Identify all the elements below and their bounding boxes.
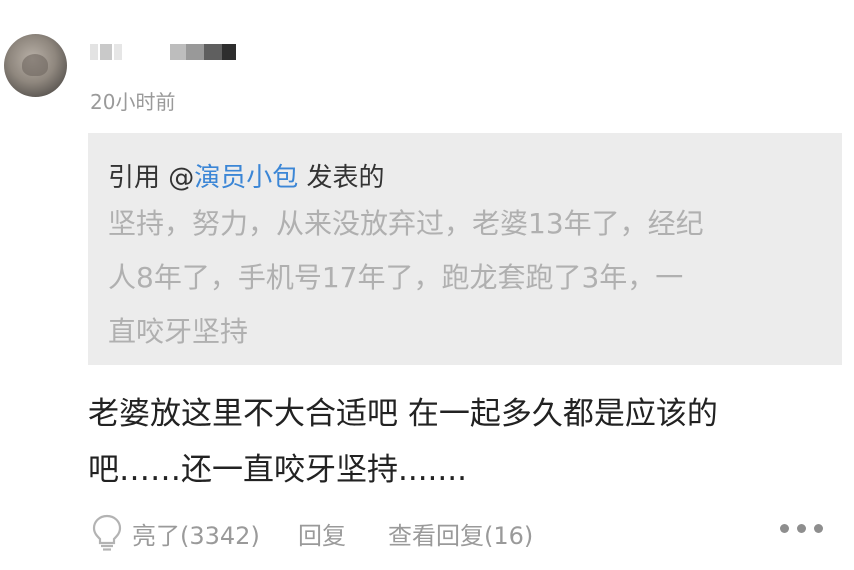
lightbulb-icon[interactable] xyxy=(90,512,124,552)
timestamp: 20小时前 xyxy=(90,90,176,114)
quote-header: 引用 @演员小包 发表的 xyxy=(108,157,385,194)
quote-line: 人8年了，手机号17年了，跑龙套跑了3年，一 xyxy=(108,261,684,294)
username-redacted-2 xyxy=(170,44,236,60)
quote-body: 坚持，努力，从来没放弃过，老婆13年了，经纪 人8年了，手机号17年了，跑龙套跑… xyxy=(108,197,832,359)
comment-body: 老婆放这里不大合适吧 在一起多久都是应该的 吧……还一直咬牙坚持....... xyxy=(88,386,828,498)
like-button[interactable]: 亮了(3342) xyxy=(132,516,260,551)
comment-line: 老婆放这里不大合适吧 在一起多久都是应该的 xyxy=(88,396,718,432)
quote-line: 直咬牙坚持 xyxy=(108,315,249,348)
avatar[interactable] xyxy=(4,34,67,97)
comment-actions: 亮了(3342) 回复 查看回复(16) xyxy=(88,512,838,552)
quoted-comment: 引用 @演员小包 发表的 坚持，努力，从来没放弃过，老婆13年了，经纪 人8年了… xyxy=(88,133,842,365)
quote-prefix: 引用 @ xyxy=(108,163,195,193)
reply-button[interactable]: 回复 xyxy=(298,516,346,551)
more-dots-icon[interactable] xyxy=(778,518,826,538)
view-replies-button[interactable]: 查看回复(16) xyxy=(388,516,533,551)
quoted-user-link[interactable]: 演员小包 xyxy=(194,163,298,193)
quote-line: 坚持，努力，从来没放弃过，老婆13年了，经纪 xyxy=(108,207,704,240)
comment-line: 吧……还一直咬牙坚持....... xyxy=(88,452,467,488)
quote-suffix: 发表的 xyxy=(298,163,385,193)
username-redacted xyxy=(90,44,124,60)
